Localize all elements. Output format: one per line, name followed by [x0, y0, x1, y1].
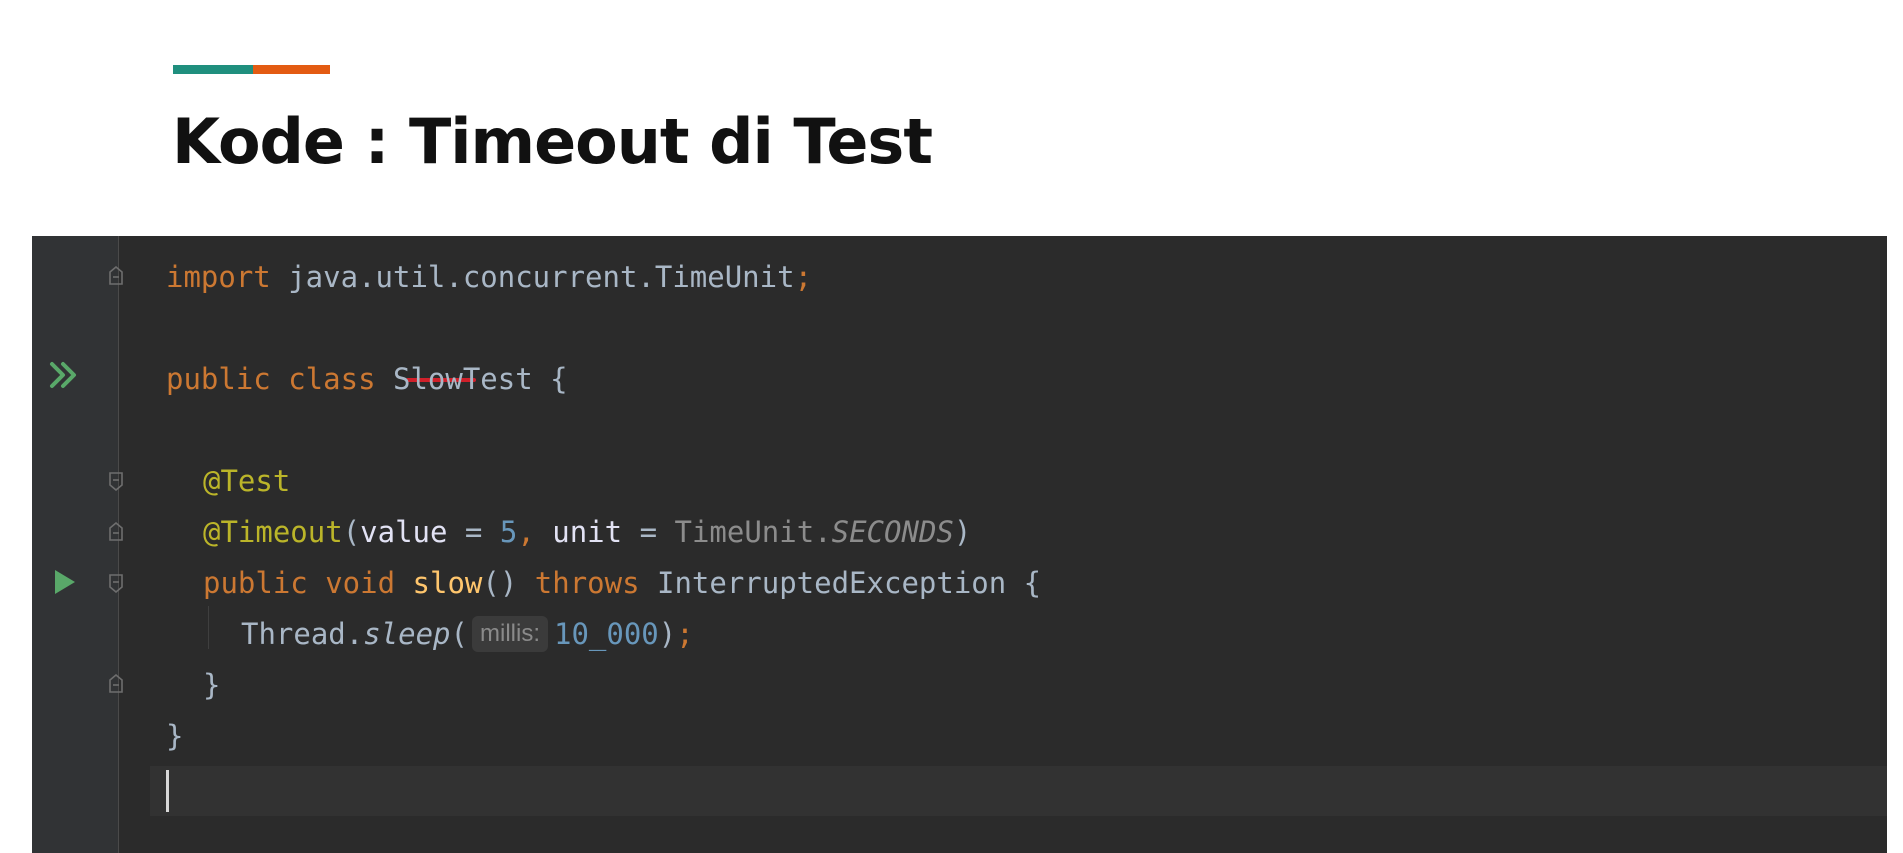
code-line-class[interactable]: public class SlowTest { [166, 354, 568, 405]
run-test-icon[interactable] [48, 566, 80, 598]
class-name: SlowTest { [375, 362, 568, 396]
number-5: 5 [499, 515, 518, 549]
equals: = [447, 515, 500, 549]
keyword-class: class [270, 362, 376, 396]
timeunit-class: TimeUnit. [674, 515, 832, 549]
code-line-timeout-annotation[interactable]: @Timeout(value = 5, unit = TimeUnit.SECO… [203, 507, 971, 558]
keyword-public: public [166, 362, 271, 396]
code-line-method-close[interactable]: } [203, 660, 220, 711]
gutter-divider [118, 236, 119, 853]
slide-title: Kode : Timeout di Test [172, 105, 933, 178]
exception-type: InterruptedException { [639, 566, 1042, 600]
code-line-import[interactable]: import java.util.concurrent.TimeUnit; [166, 252, 812, 303]
keyword-void: void [307, 566, 396, 600]
param-unit: unit [534, 515, 623, 549]
comma: , [517, 515, 535, 549]
code-editor[interactable]: import java.util.concurrent.TimeUnit; pu… [32, 236, 1887, 853]
annotation-timeout: @Timeout [203, 515, 343, 549]
text-caret [166, 770, 169, 812]
accent-bar [173, 65, 330, 74]
fold-marker-icon[interactable] [108, 471, 124, 491]
code-line-method-signature[interactable]: public void slow() throws InterruptedExc… [203, 558, 1041, 609]
semicolon: ; [676, 617, 694, 651]
paren-close: ) [953, 515, 972, 549]
thread-class: Thread. [241, 617, 364, 651]
fold-marker-icon[interactable] [108, 573, 124, 593]
paren-open: ( [342, 515, 361, 549]
method-name: slow [395, 566, 483, 600]
number-millis: 10_000 [554, 617, 659, 651]
current-line-highlight [150, 766, 1887, 816]
accent-bar-orange [253, 65, 330, 74]
method-parens: () [482, 566, 535, 600]
fold-column [120, 236, 150, 853]
equals: = [622, 515, 675, 549]
keyword-throws: throws [534, 566, 640, 600]
import-path: java.util.concurrent.TimeUnit [270, 260, 795, 294]
indent-guide [208, 606, 209, 649]
closing-brace: } [166, 719, 184, 753]
fold-marker-icon[interactable] [108, 674, 124, 694]
code-line-sleep[interactable]: Thread.sleep(millis: 10_000); [241, 609, 694, 660]
code-line-class-close[interactable]: } [166, 711, 183, 762]
fold-marker-icon[interactable] [108, 266, 124, 286]
parameter-hint: millis: [472, 616, 548, 652]
param-value: value [360, 515, 448, 549]
keyword-import: import [166, 260, 271, 294]
paren-open: ( [450, 617, 468, 651]
accent-bar-teal [173, 65, 253, 74]
editor-gutter[interactable] [32, 236, 119, 853]
method-sleep: sleep [363, 617, 451, 651]
code-line-test-annotation[interactable]: @Test [203, 456, 290, 507]
closing-brace: } [203, 668, 221, 702]
run-all-tests-icon[interactable] [48, 359, 80, 391]
annotation-test: @Test [203, 464, 291, 498]
seconds-constant: SECONDS [831, 515, 954, 549]
semicolon: ; [794, 260, 813, 294]
fold-marker-icon[interactable] [108, 522, 124, 542]
keyword-public: public [203, 566, 308, 600]
paren-close: ) [658, 617, 677, 651]
